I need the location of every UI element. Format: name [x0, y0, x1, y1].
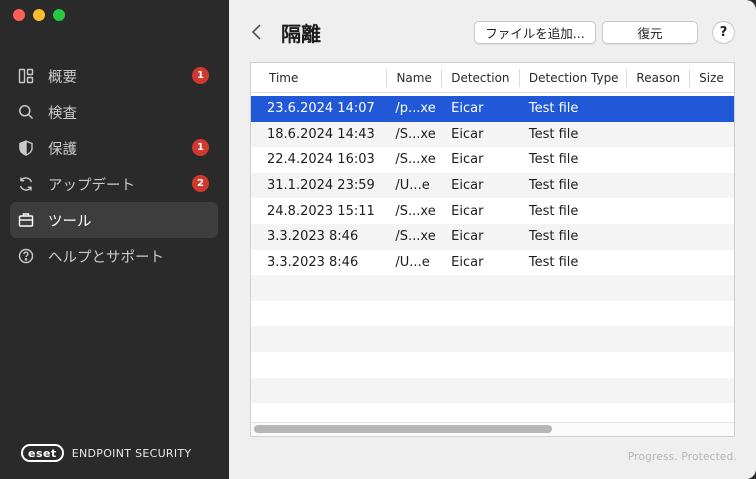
table-row[interactable]: 3.3.2023 8:46/S...xe Eicar Test file [251, 223, 734, 250]
cell-name: /S...xe [395, 152, 436, 168]
cell-time: 31.1.2024 23:59 [267, 178, 375, 194]
zoom-window-button[interactable] [53, 9, 65, 21]
table-row[interactable]: 22.4.2024 16:03/S...xe Eicar Test file [251, 147, 734, 173]
column-header-size[interactable]: Size [690, 69, 734, 87]
cell-detection-type: Test file [528, 254, 579, 270]
quarantine-table: Time Name Detection Detection Type Reaso… [250, 62, 735, 437]
sidebar: 概要 1 検査 保護 1 アップデート 2 ツール ヘルプとサポート eset … [0, 0, 229, 479]
column-header-detection-type[interactable]: Detection Type [520, 68, 628, 87]
dashboard-icon [18, 68, 34, 84]
empty-table-row [251, 377, 734, 404]
cell-name: /S...xe [395, 229, 436, 245]
empty-table-row [251, 275, 734, 301]
column-header-reason[interactable]: Reason [627, 68, 691, 87]
cell-time: 22.4.2024 16:03 [267, 152, 375, 168]
table-row[interactable]: 31.1.2024 23:59/U...e Eicar Test file [251, 172, 734, 199]
window-controls [13, 9, 65, 21]
sidebar-item-label: 概要 [48, 69, 77, 86]
sidebar-item-label: アップデート [48, 177, 135, 194]
cell-detection: Eicar [451, 126, 484, 142]
sidebar-item-update[interactable]: アップデート 2 [10, 166, 218, 202]
cell-name: /S...xe [395, 203, 436, 219]
cell-time: 23.6.2024 14:07 [267, 101, 375, 117]
cell-detection-type: Test file [528, 152, 579, 168]
minimize-window-button[interactable] [33, 9, 45, 21]
empty-table-row [251, 352, 734, 378]
table-row[interactable]: 24.8.2023 15:11/S...xe Eicar Test file [251, 198, 734, 224]
briefcase-icon [18, 212, 34, 228]
empty-table-row [251, 326, 734, 352]
table-row[interactable]: 3.3.2023 8:46/U...e Eicar Test file [251, 250, 734, 276]
search-icon [18, 104, 34, 120]
sidebar-item-scan[interactable]: 検査 [10, 94, 218, 130]
horizontal-scrollbar-thumb[interactable] [254, 425, 552, 433]
table-body: 23.6.2024 14:07/p...xe Eicar Test file 18.6… [251, 96, 734, 429]
notification-badge: 1 [192, 139, 209, 156]
cell-detection-type: Test file [528, 203, 579, 219]
cell-detection: Eicar [451, 254, 484, 270]
main-panel: 隔離 ファイルを追加... 復元 ? Time Name Detection D… [229, 0, 756, 479]
table-header: Time Name Detection Detection Type Reaso… [251, 63, 734, 93]
cell-detection: Eicar [451, 203, 484, 219]
help-icon [18, 248, 34, 264]
app-window: 概要 1 検査 保護 1 アップデート 2 ツール ヘルプとサポート eset … [0, 0, 756, 479]
cell-time: 3.3.2023 8:46 [267, 229, 359, 245]
table-row[interactable]: 18.6.2024 14:43/S...xe Eicar Test file [251, 121, 734, 148]
horizontal-scrollbar-track[interactable] [251, 422, 734, 436]
notification-badge: 2 [192, 175, 209, 192]
cell-name: /U...e [395, 178, 430, 194]
empty-table-row [251, 301, 734, 327]
cell-detection-type: Test file [528, 178, 579, 194]
sidebar-item-label: 保護 [48, 141, 77, 158]
table-row[interactable]: 23.6.2024 14:07/p...xe Eicar Test file [251, 96, 734, 122]
sidebar-item-protection[interactable]: 保護 1 [10, 130, 218, 166]
restore-button[interactable]: 復元 [602, 21, 698, 44]
product-name: ENDPOINT SECURITY [71, 446, 192, 460]
cell-detection: Eicar [451, 178, 484, 194]
close-window-button[interactable] [13, 9, 25, 21]
sidebar-item-label: ツール [48, 213, 92, 230]
column-header-name[interactable]: Name [387, 68, 443, 87]
cell-name: /U...e [395, 254, 430, 270]
page-title: 隔離 [281, 22, 321, 46]
sidebar-item-label: ヘルプとサポート [48, 249, 164, 266]
sidebar-nav: 概要 1 検査 保護 1 アップデート 2 ツール ヘルプとサポート [10, 58, 218, 274]
cell-time: 3.3.2023 8:46 [267, 254, 359, 270]
cell-name: /p...xe [395, 101, 436, 117]
cell-time: 24.8.2023 15:11 [267, 203, 375, 219]
column-header-detection[interactable]: Detection [442, 68, 520, 87]
notification-badge: 1 [192, 67, 209, 84]
tagline: Progress. Protected. [627, 451, 737, 463]
sidebar-item-overview[interactable]: 概要 1 [10, 58, 218, 94]
cell-detection: Eicar [451, 229, 484, 245]
column-header-time[interactable]: Time [251, 68, 388, 87]
cell-name: /S...xe [395, 126, 436, 142]
back-button[interactable] [250, 21, 268, 43]
cell-detection: Eicar [451, 152, 484, 168]
help-button[interactable]: ? [712, 21, 735, 44]
shield-icon [18, 140, 34, 156]
brand: eset ENDPOINT SECURITY [21, 444, 191, 462]
eset-logo: eset [21, 444, 64, 462]
chevron-left-icon [251, 24, 261, 40]
cell-detection-type: Test file [528, 229, 579, 245]
sidebar-item-tools[interactable]: ツール [10, 202, 218, 238]
cell-time: 18.6.2024 14:43 [267, 126, 375, 142]
cell-detection-type: Test file [528, 126, 579, 142]
add-file-button[interactable]: ファイルを追加... [474, 21, 596, 44]
sidebar-item-label: 検査 [48, 105, 77, 122]
sidebar-item-help[interactable]: ヘルプとサポート [10, 238, 218, 274]
cell-detection-type: Test file [528, 101, 579, 117]
cell-detection: Eicar [451, 101, 484, 117]
refresh-icon [18, 176, 34, 192]
